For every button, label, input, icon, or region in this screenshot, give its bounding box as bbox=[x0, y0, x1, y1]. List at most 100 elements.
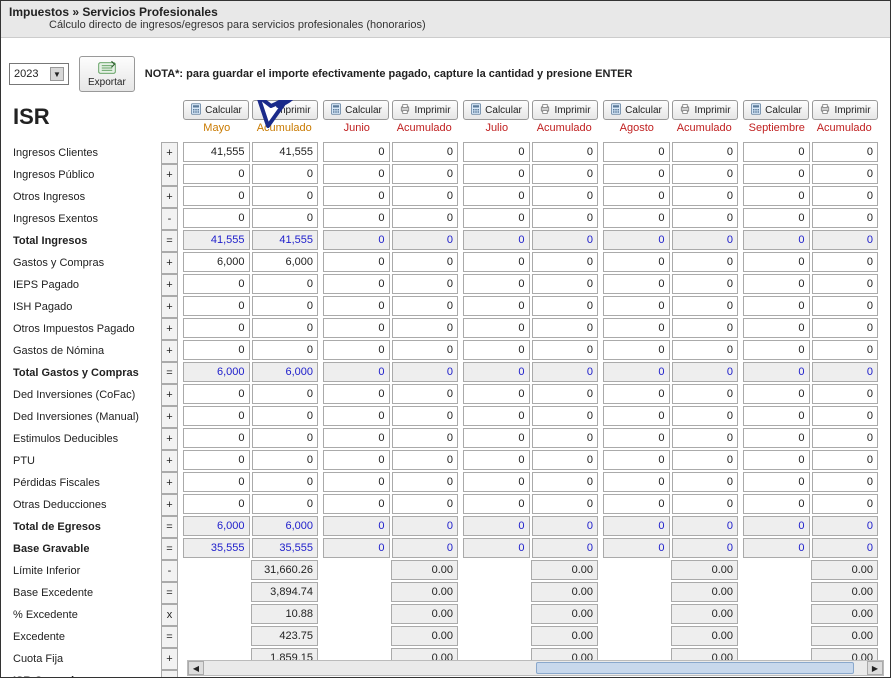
value-cell[interactable]: 0 bbox=[463, 384, 530, 404]
value-cell[interactable]: 0 bbox=[743, 318, 810, 338]
value-cell[interactable]: 0 bbox=[603, 296, 670, 316]
value-cell[interactable]: 0 bbox=[323, 428, 390, 448]
value-cell[interactable]: 0 bbox=[812, 428, 879, 448]
scroll-track[interactable] bbox=[204, 661, 867, 675]
value-cell[interactable]: 0 bbox=[183, 296, 250, 316]
value-cell[interactable]: 0 bbox=[323, 296, 390, 316]
value-cell[interactable]: 0 bbox=[392, 164, 459, 184]
value-cell[interactable]: 0 bbox=[183, 274, 250, 294]
value-cell[interactable]: 0 bbox=[532, 340, 599, 360]
value-cell[interactable]: 0 bbox=[532, 406, 599, 426]
value-cell[interactable]: 0 bbox=[392, 428, 459, 448]
value-cell[interactable]: 0 bbox=[532, 252, 599, 272]
value-cell[interactable]: 0 bbox=[672, 450, 739, 470]
value-cell[interactable]: 0 bbox=[323, 318, 390, 338]
value-cell[interactable]: 0 bbox=[672, 142, 739, 162]
value-cell[interactable]: 0 bbox=[743, 428, 810, 448]
value-cell[interactable]: 0 bbox=[183, 164, 250, 184]
value-cell[interactable]: 0 bbox=[812, 318, 879, 338]
value-cell[interactable]: 0 bbox=[743, 252, 810, 272]
value-cell[interactable]: 0 bbox=[812, 274, 879, 294]
value-cell[interactable]: 0 bbox=[252, 186, 319, 206]
value-cell[interactable]: 0 bbox=[463, 428, 530, 448]
value-cell[interactable]: 0 bbox=[532, 142, 599, 162]
value-cell[interactable]: 0 bbox=[812, 406, 879, 426]
value-cell[interactable]: 0 bbox=[183, 472, 250, 492]
value-cell[interactable]: 0 bbox=[323, 450, 390, 470]
value-cell[interactable]: 0 bbox=[463, 274, 530, 294]
value-cell[interactable]: 0 bbox=[392, 406, 459, 426]
value-cell[interactable]: 0 bbox=[463, 208, 530, 228]
value-cell[interactable]: 0 bbox=[603, 340, 670, 360]
horizontal-scrollbar[interactable]: ◀ ▶ bbox=[187, 660, 884, 676]
value-cell[interactable]: 0 bbox=[323, 472, 390, 492]
value-cell[interactable]: 0 bbox=[463, 296, 530, 316]
value-cell[interactable]: 0 bbox=[743, 494, 810, 514]
value-cell[interactable]: 0 bbox=[252, 428, 319, 448]
value-cell[interactable]: 0 bbox=[183, 208, 250, 228]
value-cell[interactable]: 0 bbox=[672, 208, 739, 228]
value-cell[interactable]: 0 bbox=[463, 252, 530, 272]
value-cell[interactable]: 0 bbox=[743, 406, 810, 426]
value-cell[interactable]: 0 bbox=[532, 186, 599, 206]
value-cell[interactable]: 0 bbox=[743, 208, 810, 228]
value-cell[interactable]: 0 bbox=[463, 340, 530, 360]
value-cell[interactable]: 0 bbox=[743, 274, 810, 294]
value-cell[interactable]: 0 bbox=[392, 318, 459, 338]
value-cell[interactable]: 0 bbox=[672, 340, 739, 360]
value-cell[interactable]: 0 bbox=[252, 208, 319, 228]
value-cell[interactable]: 0 bbox=[603, 450, 670, 470]
value-cell[interactable]: 0 bbox=[672, 186, 739, 206]
value-cell[interactable]: 0 bbox=[672, 406, 739, 426]
value-cell[interactable]: 0 bbox=[532, 450, 599, 470]
value-cell[interactable]: 0 bbox=[532, 472, 599, 492]
value-cell[interactable]: 0 bbox=[603, 274, 670, 294]
value-cell[interactable]: 0 bbox=[183, 406, 250, 426]
value-cell[interactable]: 6,000 bbox=[183, 252, 250, 272]
imprimir-button[interactable]: Imprimir bbox=[532, 100, 598, 120]
value-cell[interactable]: 0 bbox=[392, 252, 459, 272]
value-cell[interactable]: 0 bbox=[743, 164, 810, 184]
value-cell[interactable]: 0 bbox=[532, 318, 599, 338]
value-cell[interactable]: 0 bbox=[392, 142, 459, 162]
value-cell[interactable]: 0 bbox=[532, 494, 599, 514]
value-cell[interactable]: 0 bbox=[812, 494, 879, 514]
value-cell[interactable]: 0 bbox=[463, 450, 530, 470]
value-cell[interactable]: 0 bbox=[743, 142, 810, 162]
value-cell[interactable]: 0 bbox=[532, 274, 599, 294]
value-cell[interactable]: 0 bbox=[392, 340, 459, 360]
value-cell[interactable]: 0 bbox=[812, 208, 879, 228]
value-cell[interactable]: 0 bbox=[672, 296, 739, 316]
imprimir-button[interactable]: Imprimir bbox=[672, 100, 738, 120]
value-cell[interactable]: 0 bbox=[392, 208, 459, 228]
value-cell[interactable]: 0 bbox=[252, 164, 319, 184]
value-cell[interactable]: 0 bbox=[672, 384, 739, 404]
value-cell[interactable]: 0 bbox=[323, 406, 390, 426]
value-cell[interactable]: 0 bbox=[672, 428, 739, 448]
value-cell[interactable]: 0 bbox=[252, 450, 319, 470]
value-cell[interactable]: 0 bbox=[603, 406, 670, 426]
value-cell[interactable]: 41,555 bbox=[183, 142, 250, 162]
value-cell[interactable]: 0 bbox=[603, 164, 670, 184]
value-cell[interactable]: 0 bbox=[743, 186, 810, 206]
value-cell[interactable]: 0 bbox=[463, 186, 530, 206]
calcular-button[interactable]: Calcular bbox=[183, 100, 249, 120]
value-cell[interactable]: 0 bbox=[603, 252, 670, 272]
value-cell[interactable]: 0 bbox=[603, 186, 670, 206]
value-cell[interactable]: 0 bbox=[603, 384, 670, 404]
calcular-button[interactable]: Calcular bbox=[323, 100, 389, 120]
value-cell[interactable]: 0 bbox=[812, 252, 879, 272]
value-cell[interactable]: 0 bbox=[532, 428, 599, 448]
value-cell[interactable]: 0 bbox=[672, 252, 739, 272]
value-cell[interactable]: 0 bbox=[603, 494, 670, 514]
value-cell[interactable]: 0 bbox=[323, 164, 390, 184]
value-cell[interactable]: 0 bbox=[392, 384, 459, 404]
value-cell[interactable]: 0 bbox=[323, 494, 390, 514]
value-cell[interactable]: 0 bbox=[532, 384, 599, 404]
calcular-button[interactable]: Calcular bbox=[743, 100, 809, 120]
value-cell[interactable]: 0 bbox=[532, 164, 599, 184]
value-cell[interactable]: 0 bbox=[323, 384, 390, 404]
value-cell[interactable]: 0 bbox=[812, 142, 879, 162]
export-button[interactable]: Exportar bbox=[79, 56, 135, 92]
value-cell[interactable]: 0 bbox=[323, 340, 390, 360]
